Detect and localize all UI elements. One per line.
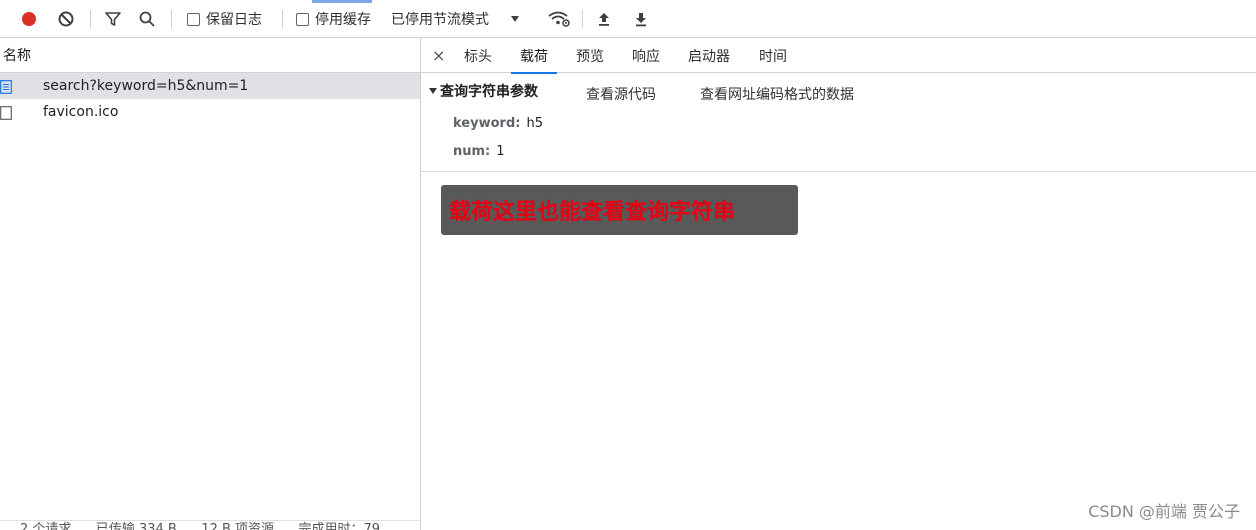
search-button[interactable]	[138, 0, 156, 38]
param-row: num: 1	[453, 144, 505, 159]
checkbox-icon	[296, 12, 309, 26]
export-har-button[interactable]	[634, 0, 648, 38]
document-icon	[0, 80, 12, 94]
close-detail-button[interactable]: ×	[432, 38, 445, 73]
toolbar-separator	[171, 10, 172, 28]
annotation-callout: 载荷这里也能查看查询字符串	[441, 185, 798, 235]
toolbar-separator	[282, 10, 283, 28]
tab-headers[interactable]: 标头	[464, 38, 492, 73]
checkbox-icon	[187, 12, 200, 26]
expand-triangle-icon	[429, 88, 437, 94]
disable-cache-label: 停用缓存	[315, 12, 371, 28]
disable-cache-checkbox[interactable]: 停用缓存	[296, 0, 371, 38]
tab-label: 时间	[759, 48, 787, 65]
tab-label: 响应	[632, 48, 660, 65]
param-row: keyword: h5	[453, 116, 543, 131]
clear-icon	[58, 11, 74, 27]
tab-response[interactable]: 响应	[632, 38, 660, 73]
upload-icon	[599, 13, 609, 26]
record-button[interactable]	[22, 0, 36, 38]
finish-time: 完成用时：79	[298, 522, 381, 530]
request-name: search?keyword=h5&num=1	[43, 78, 249, 94]
detail-tabs: × 标头 载荷 预览 响应 启动器 时间	[421, 38, 1256, 74]
import-har-button[interactable]	[597, 0, 611, 38]
filter-button[interactable]	[104, 0, 122, 38]
query-string-toggle[interactable]: 查询字符串参数	[429, 81, 538, 101]
query-string-section: 查询字符串参数 查看源代码 查看网址编码格式的数据 keyword: h5 num…	[421, 73, 1256, 172]
dropdown-arrow-icon	[511, 16, 519, 22]
record-icon	[22, 12, 36, 26]
tab-timing[interactable]: 时间	[759, 38, 787, 73]
tab-label: 载荷	[520, 48, 548, 65]
param-key: keyword:	[453, 116, 521, 131]
search-icon	[139, 11, 155, 27]
request-count: 2 个请求	[20, 522, 72, 530]
name-column-label: 名称	[3, 48, 31, 64]
tab-preview[interactable]: 预览	[576, 38, 604, 73]
watermark: CSDN @前端 贾公子	[1088, 502, 1240, 521]
download-icon	[636, 13, 646, 27]
network-toolbar: 保留日志 停用缓存 已停用节流模式	[0, 0, 1256, 38]
preserve-log-label: 保留日志	[206, 12, 262, 28]
name-column-header[interactable]: 名称	[0, 38, 420, 73]
resources-size: 12 B 项资源	[201, 522, 275, 530]
clear-button[interactable]	[57, 0, 75, 38]
tab-initiator[interactable]: 启动器	[688, 38, 730, 73]
tab-label: 预览	[576, 48, 604, 65]
file-icon	[0, 106, 12, 120]
tab-label: 标头	[464, 48, 492, 65]
wifi-settings-icon	[548, 11, 570, 27]
param-value: 1	[496, 144, 505, 159]
request-name: favicon.ico	[43, 104, 119, 120]
param-value: h5	[526, 116, 543, 131]
request-row[interactable]: favicon.ico	[0, 99, 420, 125]
tab-label: 启动器	[688, 48, 730, 65]
throttling-value: 已停用节流模式	[391, 12, 489, 28]
status-bar: 2 个请求 已传输 334 B 12 B 项资源 完成用时：79	[0, 520, 420, 530]
request-row[interactable]: search?keyword=h5&num=1	[0, 73, 420, 99]
transferred-size: 已传输 334 B	[95, 522, 177, 530]
view-url-encoded-link[interactable]: 查看网址编码格式的数据	[700, 84, 854, 104]
view-source-link[interactable]: 查看源代码	[586, 84, 656, 104]
toolbar-separator	[90, 10, 91, 28]
request-detail-panel: × 标头 载荷 预览 响应 启动器 时间 查询字符串参数 查看源代码 查看网址编…	[421, 38, 1256, 530]
preserve-log-checkbox[interactable]: 保留日志	[187, 0, 262, 38]
annotation-text: 载荷这里也能查看查询字符串	[449, 200, 736, 225]
tab-payload[interactable]: 载荷	[511, 38, 557, 74]
toolbar-separator	[582, 10, 583, 28]
throttling-select[interactable]: 已停用节流模式	[391, 0, 521, 38]
request-list-panel: 名称 search?keyword=h5&num=1 favicon.ico 2…	[0, 38, 421, 530]
network-conditions-button[interactable]	[547, 0, 571, 38]
section-title: 查询字符串参数	[440, 84, 538, 100]
param-key: num:	[453, 144, 491, 159]
close-icon: ×	[432, 46, 446, 65]
filter-icon	[105, 12, 121, 26]
